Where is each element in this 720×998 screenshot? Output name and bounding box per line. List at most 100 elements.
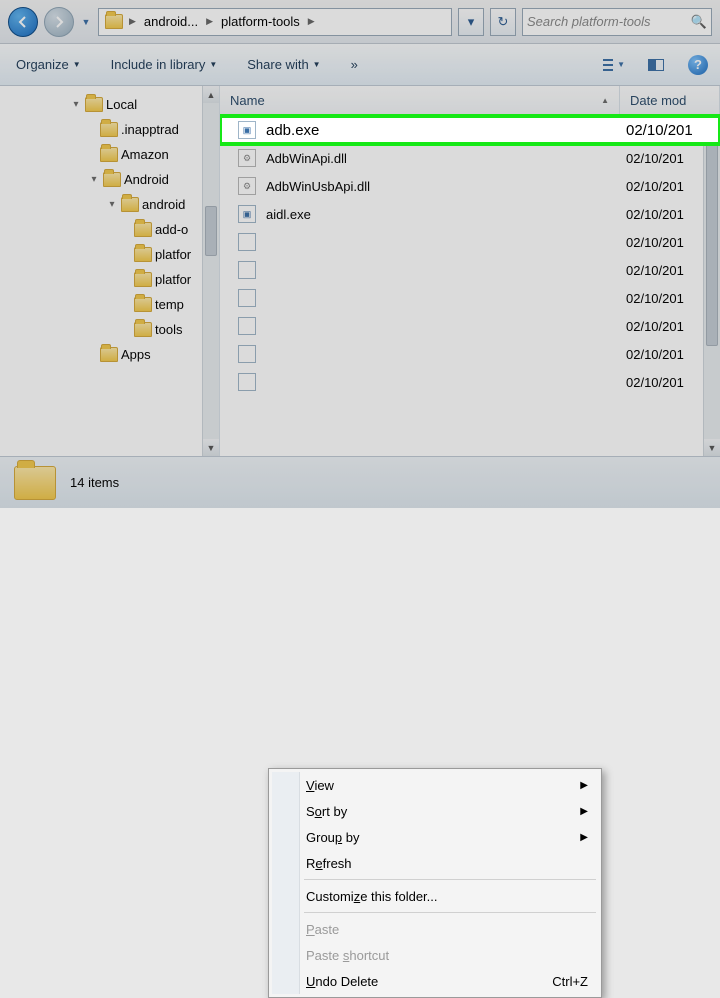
search-placeholder: Search platform-tools [527,14,651,29]
list-scrollbar[interactable]: ▲ ▼ [703,116,720,456]
column-date[interactable]: Date mod [620,86,720,115]
tree-item[interactable]: platfor [0,242,219,267]
folder-icon [100,147,118,162]
nav-history-dropdown[interactable]: ▼ [80,17,92,27]
file-row[interactable]: 02/10/201 [220,256,720,284]
chevron-right-icon[interactable]: ▶ [306,16,317,27]
arrow-right-icon [52,15,66,29]
folder-icon [134,272,152,287]
tree-label: Android [124,172,169,187]
menu-sort[interactable]: Sort bySort by▶ [272,798,598,824]
collapse-icon[interactable]: ▾ [88,174,100,185]
file-row[interactable]: 02/10/201 [220,312,720,340]
main-content: ▾ Local .inapptrad Amazon ▾ Android ▾andro… [0,86,720,456]
menu-refresh[interactable]: RefreshRefresh [272,850,598,876]
file-icon [238,317,256,335]
file-row[interactable]: 02/10/201 [220,284,720,312]
column-name[interactable]: Name▲ [220,86,620,115]
file-icon [238,373,256,391]
exe-icon: ▣ [238,205,256,223]
preview-pane-button[interactable] [644,53,668,77]
menu-separator [304,879,596,880]
help-button[interactable]: ? [686,53,710,77]
folder-icon [134,247,152,262]
scroll-up-icon[interactable]: ▲ [203,86,219,103]
scroll-down-icon[interactable]: ▼ [203,439,219,456]
menu-group[interactable]: Group byGroup by▶ [272,824,598,850]
address-bar: ▼ ▶ android... ▶ platform-tools ▶ ▾ ↻ Se… [0,0,720,44]
collapse-icon[interactable]: ▾ [70,99,82,110]
scroll-thumb[interactable] [205,206,217,256]
tree-label: .inapptrad [121,122,179,137]
folder-tree[interactable]: ▾ Local .inapptrad Amazon ▾ Android ▾andro… [0,86,220,456]
breadcrumb[interactable]: ▶ android... ▶ platform-tools ▶ [98,8,452,36]
tree-item[interactable]: platfor [0,267,219,292]
folder-icon [121,197,139,212]
folder-icon [100,347,118,362]
chevron-down-icon: ▼ [209,60,217,69]
tree-label: temp [155,297,184,312]
scroll-down-icon[interactable]: ▼ [704,439,720,456]
file-row[interactable]: ▣ adb.exe 02/10/201 [220,116,720,144]
item-count: 14 items [70,475,119,490]
back-button[interactable] [8,7,38,37]
sort-asc-icon: ▲ [601,96,609,105]
tree-label: Local [106,97,137,112]
file-row[interactable]: ⚙ AdbWinApi.dll 02/10/201 [220,144,720,172]
chevron-down-icon: ▼ [617,60,625,69]
tree-item[interactable]: tools [0,317,219,342]
menu-separator [304,912,596,913]
tree-item[interactable]: ▾ Local [0,92,219,117]
column-label: Date mod [630,93,686,108]
breadcrumb-item[interactable]: android... [138,9,204,35]
scroll-thumb[interactable] [706,136,718,346]
file-row[interactable]: 02/10/201 [220,340,720,368]
tree-item[interactable]: Amazon [0,142,219,167]
collapse-icon[interactable]: ▾ [106,199,118,210]
menu-paste: PastePaste [272,916,598,942]
more-tools-button[interactable]: » [345,53,364,76]
file-icon [238,345,256,363]
folder-icon [105,13,123,31]
folder-icon [134,297,152,312]
tree-label: tools [155,322,182,337]
folder-icon [134,222,152,237]
file-name: AdbWinUsbApi.dll [266,179,626,194]
tree-item[interactable]: temp [0,292,219,317]
tree-item[interactable]: .inapptrad [0,117,219,142]
view-mode-button[interactable]: ▼ [602,53,626,77]
status-bar: 14 items [0,456,720,508]
file-row[interactable]: ⚙ AdbWinUsbApi.dll 02/10/201 [220,172,720,200]
include-library-button[interactable]: Include in library▼ [105,53,224,76]
file-list[interactable]: Name▲ Date mod ▣ adb.exe 02/10/201 ⚙ Adb… [220,86,720,456]
refresh-button[interactable]: ↻ [490,8,516,36]
tree-item[interactable]: ▾android [0,192,219,217]
file-row[interactable]: 02/10/201 [220,368,720,396]
menu-view[interactable]: VViewiew▶ [272,772,598,798]
tree-item[interactable]: Apps [0,342,219,367]
address-dropdown[interactable]: ▾ [458,8,484,36]
share-with-button[interactable]: Share with▼ [241,53,326,76]
file-icon [238,261,256,279]
organize-button[interactable]: Organize▼ [10,53,87,76]
chevron-right-icon[interactable]: ▶ [127,16,138,27]
menu-customize[interactable]: Customize this folder...Customize this f… [272,883,598,909]
tree-label: platfor [155,272,191,287]
menu-undo[interactable]: Undo DeleteUndo DeleteCtrl+Z [272,968,598,994]
dll-icon: ⚙ [238,177,256,195]
folder-icon [14,466,56,500]
tree-label: Amazon [121,147,169,162]
menu-paste-shortcut: Paste shortcutPaste shortcut [272,942,598,968]
tree-item[interactable]: ▾ Android [0,167,219,192]
file-row[interactable]: 02/10/201 [220,228,720,256]
context-menu: VViewiew▶ Sort bySort by▶ Group byGroup … [268,768,602,998]
tree-item[interactable]: add-o [0,217,219,242]
tree-scrollbar[interactable]: ▲ ▼ [202,86,219,456]
file-row[interactable]: ▣ aidl.exe 02/10/201 [220,200,720,228]
help-icon: ? [688,55,708,75]
folder-icon [85,97,103,112]
breadcrumb-item[interactable]: platform-tools [215,9,306,35]
chevron-down-icon: ▼ [73,60,81,69]
search-input[interactable]: Search platform-tools 🔍 [522,8,712,36]
chevron-right-icon[interactable]: ▶ [204,16,215,27]
